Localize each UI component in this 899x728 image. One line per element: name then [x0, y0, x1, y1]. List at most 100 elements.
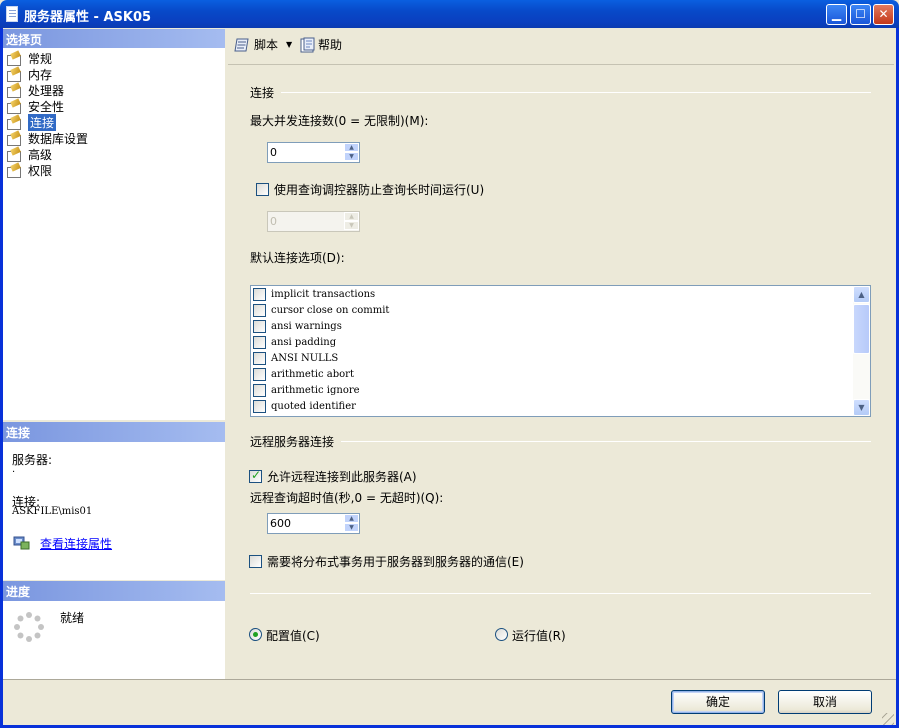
- ok-button[interactable]: 确定: [671, 690, 765, 714]
- group-divider: [281, 92, 871, 93]
- script-label: 脚本: [254, 38, 279, 52]
- option-label: ANSI NULLS: [271, 352, 339, 364]
- option-label: ansi padding: [271, 336, 337, 348]
- sidebar-item-advanced[interactable]: 高级: [6, 146, 52, 162]
- option-label: cursor close on commit: [271, 304, 390, 316]
- select-page-header: 选择页: [3, 29, 225, 49]
- query-governor-checkbox[interactable]: [256, 183, 269, 196]
- connections-group-title: 连接: [250, 86, 275, 100]
- sidebar-item-database-settings[interactable]: 数据库设置: [6, 130, 88, 146]
- document-icon: [6, 6, 18, 22]
- option-checkbox[interactable]: [253, 319, 266, 333]
- option-checkbox[interactable]: [253, 351, 266, 365]
- remote-timeout-stepper[interactable]: 600 ▲ ▼: [267, 513, 360, 534]
- page-icon: [6, 51, 22, 66]
- scroll-up-icon[interactable]: ▲: [853, 286, 870, 303]
- page-icon: [6, 131, 22, 146]
- sidebar-item-label: 内存: [28, 67, 53, 82]
- query-governor-value: 0: [270, 215, 277, 228]
- option-checkbox[interactable]: [253, 287, 266, 301]
- close-button[interactable]: ✕: [873, 4, 894, 25]
- progress-header: 进度: [3, 581, 225, 601]
- max-connections-stepper[interactable]: 0 ▲ ▼: [267, 142, 360, 163]
- server-label: 服务器:: [12, 453, 53, 467]
- list-item[interactable]: cursor close on commit: [253, 302, 389, 318]
- script-button[interactable]: 脚本 ▼: [234, 36, 292, 53]
- spin-up-button[interactable]: ▲: [344, 212, 359, 221]
- minimize-button[interactable]: ▁: [826, 4, 847, 25]
- query-governor-stepper[interactable]: 0 ▲ ▼: [267, 211, 360, 232]
- running-value-label: 运行值(R): [512, 629, 566, 643]
- help-label: 帮助: [318, 38, 343, 52]
- default-options-label: 默认连接选项(D):: [250, 251, 345, 265]
- spin-down-button[interactable]: ▼: [344, 221, 359, 230]
- sidebar-item-permissions[interactable]: 权限: [6, 162, 52, 178]
- page-icon: [6, 99, 22, 114]
- list-item[interactable]: ansi padding: [253, 334, 336, 350]
- sidebar-item-label: 常规: [28, 51, 53, 66]
- page-icon: [6, 163, 22, 178]
- remote-timeout-value: 600: [270, 517, 291, 530]
- option-label: ansi warnings: [271, 320, 342, 332]
- spin-up-button[interactable]: ▲: [344, 143, 359, 152]
- list-item[interactable]: ANSI NULLS: [253, 350, 338, 366]
- dropdown-arrow-icon: ▼: [286, 40, 293, 49]
- list-item[interactable]: ansi warnings: [253, 318, 342, 334]
- option-checkbox[interactable]: [253, 367, 266, 381]
- spin-up-button[interactable]: ▲: [344, 514, 359, 523]
- resize-grip[interactable]: [882, 713, 894, 725]
- config-value-radio[interactable]: [249, 628, 262, 641]
- list-item[interactable]: quoted identifier: [253, 398, 356, 414]
- max-connections-value: 0: [270, 146, 277, 159]
- sidebar-item-label: 安全性: [28, 99, 65, 114]
- option-checkbox[interactable]: [253, 303, 266, 317]
- sidebar-item-processors[interactable]: 处理器: [6, 82, 64, 98]
- connection-info-panel: 服务器: . 连接: ASKFILE\mis01 查看连接属性: [3, 442, 225, 580]
- server-value: .: [12, 464, 16, 475]
- remote-timeout-label: 远程查询超时值(秒,0 = 无超时)(Q):: [250, 491, 444, 505]
- list-item[interactable]: implicit transactions: [253, 286, 375, 302]
- allow-remote-checkbox[interactable]: [249, 468, 262, 483]
- group-divider: [341, 441, 871, 442]
- footer-divider: [3, 679, 896, 680]
- help-button[interactable]: 帮助: [300, 36, 342, 53]
- sidebar-item-label: 高级: [28, 147, 53, 162]
- scroll-down-icon[interactable]: ▼: [853, 399, 870, 416]
- sidebar-item-label: 权限: [28, 163, 53, 178]
- sidebar-item-connections[interactable]: 连接: [6, 113, 57, 131]
- page-icon: [6, 115, 22, 130]
- default-connection-options-list[interactable]: implicit transactions cursor close on co…: [250, 285, 871, 417]
- view-connection-properties-link[interactable]: 查看连接属性: [40, 535, 112, 552]
- sidebar-item-general[interactable]: 常规: [6, 50, 52, 66]
- title-bar[interactable]: 服务器属性 - ASK05 ▁ ☐ ✕: [0, 0, 899, 28]
- window-title: 服务器属性 - ASK05: [24, 10, 152, 25]
- option-checkbox[interactable]: [253, 399, 266, 413]
- page-icon: [6, 147, 22, 162]
- connection-value: ASKFILE\mis01: [12, 506, 93, 517]
- running-value-radio[interactable]: [495, 628, 508, 641]
- vertical-scrollbar[interactable]: ▲ ▼: [853, 286, 870, 416]
- option-checkbox[interactable]: [253, 383, 266, 397]
- distributed-transactions-checkbox[interactable]: [249, 555, 262, 568]
- list-item[interactable]: arithmetic ignore: [253, 382, 360, 398]
- option-checkbox[interactable]: [253, 335, 266, 349]
- sidebar-item-security[interactable]: 安全性: [6, 98, 64, 114]
- help-icon: [300, 37, 315, 52]
- option-label: arithmetic ignore: [271, 384, 360, 396]
- distributed-transactions-label: 需要将分布式事务用于服务器到服务器的通信(E): [267, 555, 524, 569]
- spin-down-button[interactable]: ▼: [344, 523, 359, 532]
- spin-down-button[interactable]: ▼: [344, 152, 359, 161]
- option-label: implicit transactions: [271, 288, 376, 300]
- cancel-button[interactable]: 取消: [778, 690, 872, 714]
- progress-spinner-icon: [13, 611, 45, 643]
- sidebar-item-label: 连接: [28, 113, 57, 131]
- scrollbar-thumb[interactable]: [853, 304, 870, 354]
- sidebar-item-label: 数据库设置: [28, 131, 89, 146]
- query-governor-label: 使用查询调控器防止查询长时间运行(U): [274, 183, 485, 197]
- maximize-button[interactable]: ☐: [850, 4, 871, 25]
- sidebar-item-memory[interactable]: 内存: [6, 66, 52, 82]
- max-connections-label: 最大并发连接数(0 = 无限制)(M):: [250, 114, 429, 128]
- list-item[interactable]: arithmetic abort: [253, 366, 354, 382]
- sidebar-item-label: 处理器: [28, 83, 65, 98]
- progress-status: 就绪: [60, 611, 85, 625]
